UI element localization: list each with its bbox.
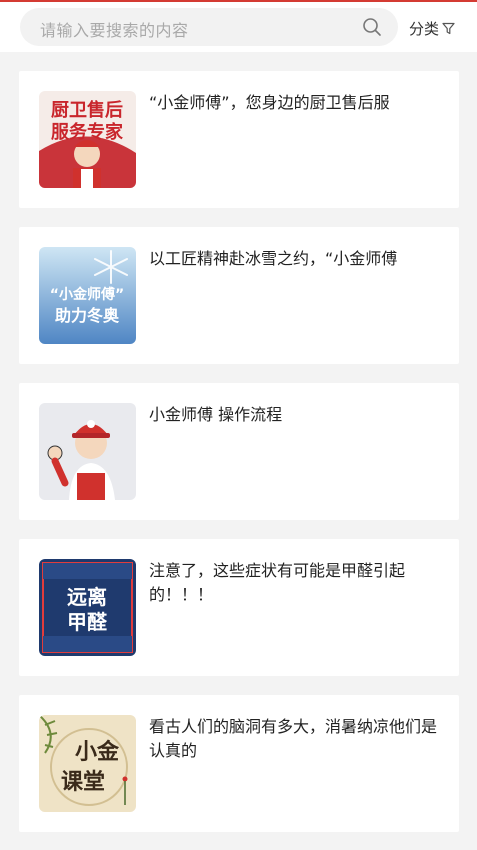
search-icon[interactable] [362,17,382,37]
thumb-text-line1: “小金师傅” [50,286,124,303]
article-thumbnail: 厨卫售后 服务专家 [39,91,136,188]
article-card[interactable]: 小金 课堂 看古人们的脑洞有多大，消暑纳凉他们是认真的 [19,695,459,832]
thumb-text-line2: 服务专家 [51,121,124,143]
article-card[interactable]: 远离 甲醛 注意了，这些症状有可能是甲醛引起的！！！ [19,539,459,676]
thumb-text-line1: 小金 [75,739,120,765]
thumb-text-line1: 远离 [67,585,107,609]
thumbnail-image-formaldehyde: 远离 甲醛 [39,559,136,656]
article-card[interactable]: 厨卫售后 服务专家 “小金师傅”，您身边的厨卫售后服 [19,71,459,208]
search-placeholder: 请输入要搜索的内容 [40,21,189,40]
article-card[interactable]: “小金师傅” 助力冬奥 以工匠精神赴冰雪之约，“小金师傅 [19,227,459,364]
article-title[interactable]: 小金师傅 操作流程 [149,403,449,427]
thumbnail-image-winter-olympics: “小金师傅” 助力冬奥 [39,247,136,344]
thumb-text-line2: 助力冬奥 [55,306,120,325]
thumbnail-image-classroom: 小金 课堂 [39,715,136,812]
article-title[interactable]: 注意了，这些症状有可能是甲醛引起的！！！ [149,559,449,607]
header-bar: 请输入要搜索的内容 分类 [0,2,477,52]
thumbnail-image-mascot [39,403,136,500]
category-filter-button[interactable]: 分类 [409,17,455,39]
article-thumbnail [39,403,136,500]
filter-icon [442,22,455,34]
article-title[interactable]: 看古人们的脑洞有多大，消暑纳凉他们是认真的 [149,715,449,763]
article-title[interactable]: “小金师傅”，您身边的厨卫售后服 [149,91,449,115]
thumb-text-line2: 甲醛 [67,610,108,634]
article-card[interactable]: 小金师傅 操作流程 [19,383,459,520]
search-input[interactable]: 请输入要搜索的内容 [20,8,398,46]
filter-label: 分类 [409,19,440,38]
article-thumbnail: 小金 课堂 [39,715,136,812]
thumbnail-image-repair-service: 厨卫售后 服务专家 [39,91,136,188]
thumb-text-line1: 厨卫售后 [51,99,123,121]
article-thumbnail: “小金师傅” 助力冬奥 [39,247,136,344]
article-thumbnail: 远离 甲醛 [39,559,136,656]
article-title[interactable]: 以工匠精神赴冰雪之约，“小金师傅 [149,247,449,271]
thumb-text-line2: 课堂 [61,769,105,795]
